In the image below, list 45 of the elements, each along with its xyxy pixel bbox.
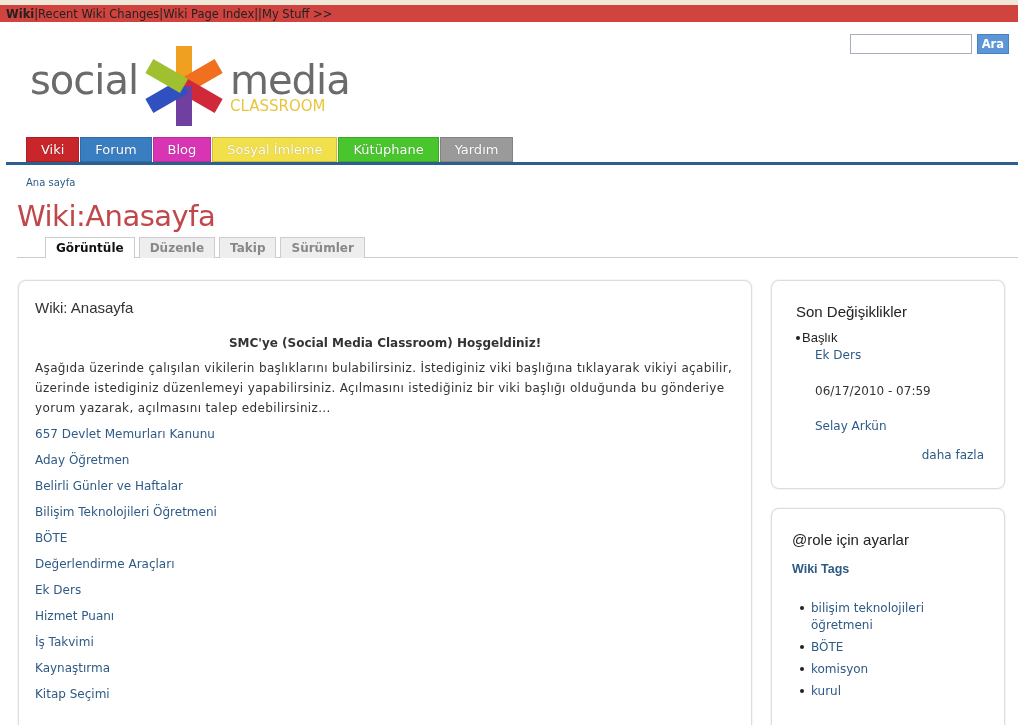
bullet-icon bbox=[796, 335, 800, 340]
article-link[interactable]: İş Takvimi bbox=[35, 634, 94, 651]
tag-link[interactable]: BÖTE bbox=[811, 639, 844, 656]
search-field[interactable] bbox=[849, 34, 972, 54]
top-link[interactable]: Recent Wiki Changes bbox=[38, 6, 160, 21]
article-link[interactable]: Aday Öğretmen bbox=[35, 452, 130, 469]
nav-tab[interactable]: Viki bbox=[26, 137, 80, 162]
bullet-icon bbox=[800, 606, 804, 610]
article-link[interactable]: Ek Ders bbox=[35, 582, 82, 599]
wiki-tags-link[interactable]: Wiki Tags bbox=[792, 562, 850, 576]
tag-link[interactable]: bilişim teknolojileri öğretmeni bbox=[811, 600, 984, 634]
card-title: @role için ayarlar bbox=[792, 531, 909, 548]
article-link[interactable]: Belirli Günler ve Haftalar bbox=[35, 478, 184, 495]
separator: | bbox=[159, 6, 164, 21]
nav-tab[interactable]: Forum bbox=[80, 137, 152, 162]
article-link[interactable]: BÖTE bbox=[35, 530, 68, 547]
article-link[interactable]: Değerlendirme Araçları bbox=[35, 556, 175, 573]
top-link[interactable]: Wiki Page Index bbox=[163, 6, 255, 21]
separator: || bbox=[254, 6, 262, 21]
breadcrumb-link[interactable]: Ana sayfa bbox=[26, 177, 76, 188]
tag-link[interactable]: kurul bbox=[811, 683, 842, 700]
top-link[interactable]: My Stuff >> bbox=[261, 6, 333, 21]
article-link[interactable]: Kaynaştırma bbox=[35, 660, 111, 677]
more-link[interactable]: daha fazla bbox=[921, 447, 984, 464]
card-title: Wiki: Anasayfa bbox=[35, 299, 134, 316]
card-title: Son Değişiklikler bbox=[796, 303, 907, 320]
bullet-icon bbox=[800, 689, 804, 693]
article-link[interactable]: Kitap Seçimi bbox=[35, 686, 110, 703]
logo-text: social bbox=[30, 56, 139, 104]
author-link[interactable]: Selay Arkün bbox=[815, 418, 887, 435]
tab[interactable]: Görüntüle bbox=[45, 237, 135, 258]
article-link[interactable]: Bilişim Teknolojileri Öğretmeni bbox=[35, 504, 217, 521]
separator: | bbox=[34, 6, 39, 21]
intro-paragraph: Aşağıda üzerinde çalışılan vikilerin başlıklarını bulabilirsiniz. İstediginiz viki başlığına tıklayarak vikiyi açabilir, üzerinde istediginiz düzenlemeyi yapabilirsiniz. Açılmasını istediğiniz bir viki başlığı olduğunda bu gönderiye yorum yazarak, açılmasını talep edebilirsiniz... bbox=[35, 360, 734, 417]
welcome-heading: SMC'ye (Social Media Classroom) Hoşgeldiniz! bbox=[227, 336, 543, 350]
article-link[interactable]: 657 Devlet Memurları Kanunu bbox=[35, 426, 215, 443]
article-link[interactable]: Hizmet Puanı bbox=[35, 608, 115, 625]
page-title: Wiki:Anasayfa bbox=[17, 199, 217, 233]
tag-link[interactable]: komisyon bbox=[811, 661, 869, 678]
bullet-icon bbox=[800, 645, 804, 649]
nav-tab[interactable]: Blog bbox=[152, 137, 212, 162]
change-date: 06/17/2010 - 07:59 bbox=[815, 384, 931, 398]
list-heading: Başlık bbox=[802, 330, 838, 345]
bullet-icon bbox=[800, 667, 804, 671]
page-link[interactable]: Ek Ders bbox=[815, 347, 862, 364]
